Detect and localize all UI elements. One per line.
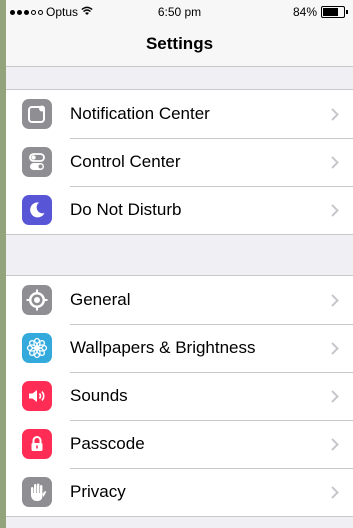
- status-right: 84%: [292, 5, 348, 19]
- chevron-right-icon: [331, 437, 339, 451]
- speaker-icon: [22, 381, 52, 411]
- settings-item-label: Passcode: [70, 434, 145, 453]
- settings-group-1: Notification Center Control Center Do No…: [6, 89, 353, 235]
- moon-icon: [22, 195, 52, 225]
- flower-icon: [22, 333, 52, 363]
- hand-icon: [22, 477, 52, 507]
- settings-item-control-center[interactable]: Control Center: [6, 138, 353, 186]
- control-center-icon: [22, 147, 52, 177]
- chevron-right-icon: [331, 155, 339, 169]
- battery-percent: 84%: [292, 5, 317, 19]
- battery-icon: [321, 6, 348, 18]
- lock-icon: [22, 429, 52, 459]
- settings-item-label: Do Not Disturb: [70, 200, 182, 219]
- settings-item-label: Sounds: [70, 386, 128, 405]
- settings-screen: Optus 6:50 pm 84% Settings Notification …: [6, 0, 353, 528]
- navigation-bar: Settings: [6, 22, 353, 67]
- settings-item-wallpapers-brightness[interactable]: Wallpapers & Brightness: [6, 324, 353, 372]
- settings-item-sounds[interactable]: Sounds: [6, 372, 353, 420]
- battery-level: [323, 8, 338, 16]
- settings-item-label: Wallpapers & Brightness: [70, 338, 256, 357]
- settings-item-notification-center[interactable]: Notification Center: [6, 90, 353, 138]
- settings-item-label: Control Center: [70, 152, 181, 171]
- chevron-right-icon: [331, 107, 339, 121]
- settings-item-privacy[interactable]: Privacy: [6, 468, 353, 516]
- page-title: Settings: [145, 34, 214, 53]
- settings-item-label: Privacy: [70, 482, 126, 501]
- settings-group-2: General Wallpapers & Brightness Sounds P…: [6, 275, 353, 517]
- chevron-right-icon: [331, 389, 339, 403]
- chevron-right-icon: [331, 341, 339, 355]
- settings-item-passcode[interactable]: Passcode: [6, 420, 353, 468]
- settings-item-do-not-disturb[interactable]: Do Not Disturb: [6, 186, 353, 234]
- device-background: Optus 6:50 pm 84% Settings Notification …: [0, 0, 353, 528]
- settings-item-label: Notification Center: [70, 104, 210, 123]
- notification-center-icon: [22, 99, 52, 129]
- chevron-right-icon: [331, 293, 339, 307]
- settings-item-label: General: [70, 290, 131, 309]
- gear-icon: [22, 285, 52, 315]
- settings-item-general[interactable]: General: [6, 276, 353, 324]
- status-bar: Optus 6:50 pm 84%: [6, 0, 353, 22]
- chevron-right-icon: [331, 485, 339, 499]
- chevron-right-icon: [331, 203, 339, 217]
